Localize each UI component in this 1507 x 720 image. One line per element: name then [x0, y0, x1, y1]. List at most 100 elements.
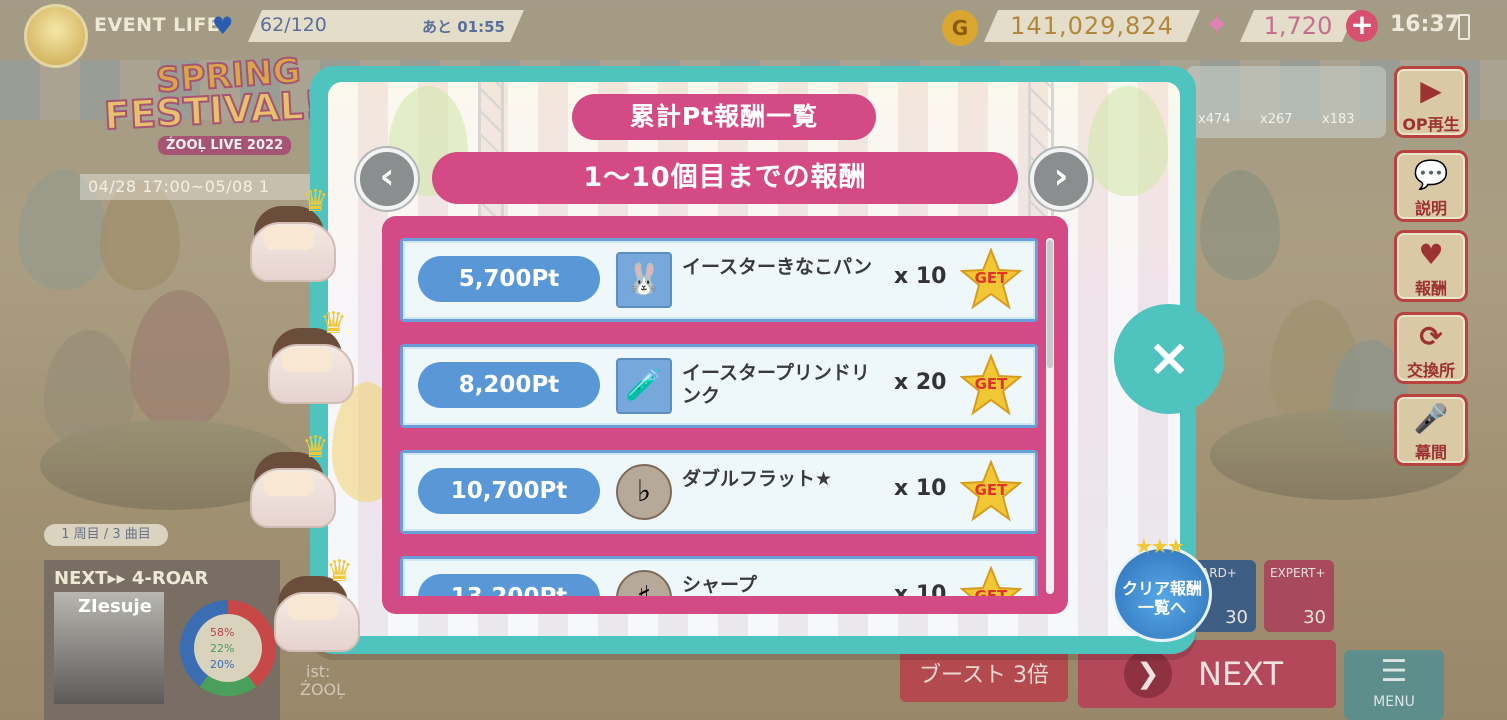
logo-subtitle: ŹOOĻ LIVE 2022: [158, 136, 292, 155]
crown-icon: ♛: [326, 554, 353, 589]
gold-amount: 141,029,824: [984, 10, 1200, 42]
clear-rate-donut: 58% 22% 20%: [180, 600, 276, 696]
reward-quantity: x 10: [894, 476, 947, 501]
song-jacket: ZIesuje: [54, 592, 164, 704]
gold-coin-icon: G: [942, 10, 978, 46]
clock: 16:37: [1390, 12, 1461, 37]
get-star-icon: GET: [959, 459, 1023, 522]
get-label: GET: [974, 269, 1008, 287]
reward-row: 10,700Pt ♭ ダブルフラット★ x 10 GET: [400, 450, 1038, 534]
get-label: GET: [974, 375, 1008, 393]
rewards-button[interactable]: ♥ 報酬: [1394, 230, 1468, 302]
difficulty-hard-level: 30: [1225, 607, 1248, 628]
next-page-button[interactable]: ›: [1030, 148, 1092, 210]
speech-bubble-icon: 💬: [1413, 158, 1449, 191]
pudding-drink-icon: 🧪: [616, 358, 672, 414]
refresh-icon: ⟳: [1419, 320, 1443, 353]
modal-subtitle: 1～10個目までの報酬: [432, 152, 1018, 204]
round-label: 1 周目 / 3 曲目: [44, 524, 168, 546]
modal-title: 累計Pt報酬一覧: [572, 94, 876, 140]
reward-quantity: x 20: [894, 370, 947, 395]
mascot-face: [264, 472, 314, 496]
prev-page-button[interactable]: ‹: [356, 148, 418, 210]
logo-line-2: FESTIVAL!!: [102, 81, 340, 139]
scrollbar-thumb[interactable]: [1047, 240, 1053, 368]
reward-quantity: x 10: [894, 264, 947, 289]
crown-icon: ♛: [302, 184, 329, 219]
event-life-label: EVENT LIFE: [94, 14, 221, 36]
chevron-left-icon: ‹: [379, 156, 395, 197]
op-replay-button[interactable]: ▶ OP再生: [1394, 66, 1468, 138]
hamburger-icon: ☰: [1380, 654, 1408, 689]
top-bar: EVENT LIFE ♥ 62/120 あと 01:55 G 141,029,8…: [0, 0, 1507, 68]
bread-bunny-icon: 🐰: [616, 252, 672, 308]
mascot-face: [288, 596, 338, 620]
rate-red: 58%: [210, 626, 235, 639]
gem-amount: 1,720: [1240, 10, 1356, 42]
mascot-character: ♛: [262, 306, 358, 406]
reward-points: 10,700Pt: [418, 468, 600, 514]
get-star-icon: GET: [959, 247, 1023, 310]
boost-button[interactable]: ブースト 3倍: [900, 650, 1068, 702]
event-logo: SPRING FESTIVAL!! ŹOOĻ LIVE 2022: [96, 50, 340, 168]
add-gems-button[interactable]: +: [1346, 10, 1378, 42]
reward-row: 5,700Pt 🐰 イースターきなこパン x 10 GET: [400, 238, 1038, 322]
mascot-character: ♛: [268, 554, 364, 654]
reward-points: 13,200Pt: [418, 574, 600, 596]
reward-quantity: x 10: [894, 582, 947, 596]
play-icon: ▶: [1420, 74, 1442, 107]
reward-name: ダブルフラット★: [682, 468, 833, 490]
jacket-text: ZIesuje: [78, 596, 152, 617]
close-icon: ×: [1147, 328, 1191, 388]
close-modal-button[interactable]: ×: [1114, 304, 1224, 414]
player-avatar[interactable]: [24, 4, 88, 68]
life-counter: 62/120 あと 01:55: [248, 10, 524, 42]
reward-row: 8,200Pt 🧪 イースタープリンドリンク x 20 GET: [400, 344, 1038, 428]
gem-sparkle-icon: ✦: [1204, 8, 1230, 43]
clear-rewards-button[interactable]: ★★★ クリア報酬一覧へ: [1112, 536, 1212, 642]
artist-name: ŹOOĻ: [300, 680, 346, 699]
mascot-character: ♛: [244, 184, 340, 284]
stars-icon: ★★★: [1135, 534, 1185, 558]
mascot-face: [264, 226, 314, 250]
exchange-label: 交換所: [1406, 361, 1455, 380]
explanation-button[interactable]: 💬 説明: [1394, 150, 1468, 222]
crown-icon: ♛: [320, 306, 347, 341]
reward-name: シャープ: [682, 574, 757, 596]
heart-icon: ♥: [212, 12, 234, 40]
mascot-face: [282, 348, 332, 372]
difficulty-expert[interactable]: EXPERT+ 30: [1264, 560, 1334, 632]
rewards-label: 報酬: [1414, 279, 1447, 298]
microphone-icon: 🎤: [1413, 402, 1449, 435]
rate-blue: 20%: [210, 658, 235, 671]
reward-points: 8,200Pt: [418, 362, 600, 408]
reward-name: イースターきなこパン: [682, 256, 873, 278]
life-timer: あと 01:55: [422, 18, 505, 36]
exchange-button[interactable]: ⟳ 交換所: [1394, 312, 1468, 384]
artist-label: ist:: [306, 662, 331, 681]
next-label: NEXT: [1198, 655, 1284, 693]
event-items-strip: x474 x267 x183: [1186, 66, 1386, 138]
mascot-character: ♛: [244, 430, 340, 530]
next-arrow-icon: ❯: [1124, 650, 1172, 698]
get-label: GET: [974, 481, 1008, 499]
get-star-icon: GET: [959, 353, 1023, 416]
difficulty-expert-label: EXPERT+: [1270, 566, 1326, 580]
battery-icon: [1458, 14, 1470, 40]
reward-list-scrollbar[interactable]: [1046, 238, 1054, 594]
get-label: GET: [974, 587, 1008, 596]
menu-button[interactable]: ☰ MENU: [1344, 650, 1444, 720]
crown-icon: ♛: [302, 430, 329, 465]
life-value: 62/120: [260, 14, 327, 36]
next-song-title: NEXT▸▸ 4-ROAR: [54, 568, 209, 589]
item-count: x474: [1198, 112, 1231, 127]
reward-points: 5,700Pt: [418, 256, 600, 302]
item-count: x267: [1260, 112, 1293, 127]
explanation-label: 説明: [1414, 199, 1447, 218]
heart-icon: ♥: [1418, 238, 1444, 271]
rate-green: 22%: [210, 642, 235, 655]
reward-list[interactable]: 5,700Pt 🐰 イースターきなこパン x 10 GET 8,200Pt 🧪 …: [400, 234, 1044, 596]
item-count: x183: [1322, 112, 1355, 127]
menu-label: MENU: [1373, 694, 1415, 710]
interlude-button[interactable]: 🎤 幕間: [1394, 394, 1468, 466]
